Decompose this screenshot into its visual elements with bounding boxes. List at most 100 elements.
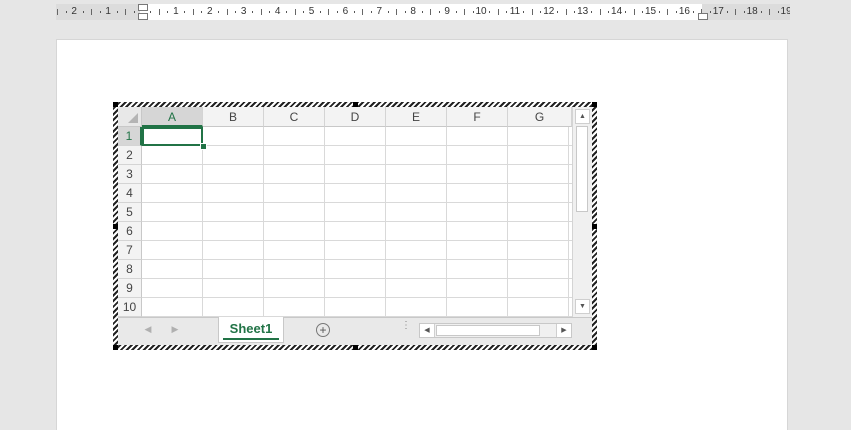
- vertical-scroll-thumb[interactable]: [576, 126, 588, 212]
- column-header-e[interactable]: E: [386, 107, 447, 127]
- ruler-tick: [531, 9, 533, 15]
- scroll-right-icon[interactable]: ▶: [556, 324, 571, 337]
- ruler-tick: [125, 9, 127, 15]
- ruler-tick: [286, 11, 288, 13]
- cell-grid[interactable]: [142, 127, 572, 317]
- next-sheet-icon[interactable]: ▶: [169, 324, 181, 335]
- ruler-number: 18: [746, 6, 758, 17]
- horizontal-ruler[interactable]: 2 1 1 2 3 4 5 6 7 8 9 10 11 12 13 14 15 16 17 18 19: [56, 4, 790, 20]
- ruler-tick: [777, 11, 779, 13]
- resize-handle-bottom[interactable]: [353, 345, 358, 350]
- ruler-tick: [167, 11, 169, 13]
- ruler-number: 1: [173, 6, 179, 17]
- ruler-tick: [336, 11, 338, 13]
- ruler-tick: [404, 11, 406, 13]
- row-header-7[interactable]: 7: [118, 241, 142, 260]
- ruler-tick: [438, 11, 440, 13]
- ruler-number: 8: [410, 6, 416, 17]
- ruler-tick: [489, 11, 491, 13]
- scroll-up-icon[interactable]: ▲: [575, 109, 590, 124]
- column-header-b[interactable]: B: [203, 107, 264, 127]
- horizontal-scroll-thumb[interactable]: [436, 325, 540, 336]
- ruler-tick: [319, 11, 321, 13]
- prev-sheet-icon[interactable]: ◀: [142, 324, 154, 335]
- resize-handle-bottom-left[interactable]: [113, 345, 118, 350]
- ruler-tick: [235, 11, 237, 13]
- ruler-number: 3: [240, 6, 247, 17]
- ruler-tick: [421, 11, 423, 13]
- ruler-number: 13: [577, 6, 589, 17]
- ruler-tick: [192, 9, 194, 15]
- ruler-tick: [523, 11, 525, 13]
- row-header-4[interactable]: 4: [118, 184, 142, 203]
- row-header-9[interactable]: 9: [118, 279, 142, 298]
- ruler-tick: [218, 11, 220, 13]
- ruler-tick: [769, 9, 771, 15]
- column-header-d[interactable]: D: [325, 107, 386, 127]
- column-header-a[interactable]: A: [142, 107, 203, 127]
- active-cell-a1[interactable]: [142, 127, 203, 146]
- row-header-8[interactable]: 8: [118, 260, 142, 279]
- scroll-down-icon[interactable]: ▼: [575, 299, 590, 314]
- right-indent-marker[interactable]: [698, 13, 708, 20]
- ruler-tick: [760, 11, 762, 13]
- column-header-c[interactable]: C: [264, 107, 325, 127]
- ruler-tick: [353, 11, 355, 13]
- vertical-scrollbar[interactable]: ▲ ▼: [572, 107, 592, 317]
- ruler-tick: [430, 9, 432, 15]
- ruler-tick: [260, 9, 262, 15]
- horizontal-scrollbar[interactable]: ◀ ▶: [419, 323, 572, 338]
- ruler-tick: [735, 9, 737, 15]
- row-header-1[interactable]: 1: [118, 127, 142, 146]
- left-indent-marker[interactable]: [138, 13, 148, 20]
- embedded-spreadsheet-object[interactable]: A B C D E F G 1 2 3 4 5 6 7 8 9 10 ▲ ▼ ◀…: [113, 102, 597, 350]
- sheet-tab-label: Sheet1: [229, 321, 273, 336]
- ruler-number: 9: [444, 6, 450, 17]
- ruler-tick: [667, 9, 669, 15]
- column-headers: A B C D E F G: [142, 107, 572, 127]
- resize-handle-right[interactable]: [592, 224, 597, 229]
- ruler-number: 11: [509, 6, 521, 17]
- ruler-tick: [565, 9, 567, 15]
- ruler-number: 15: [644, 6, 657, 17]
- resize-handle-top-right[interactable]: [592, 102, 597, 107]
- first-line-indent-marker[interactable]: [138, 4, 148, 11]
- ruler-number: 12: [543, 6, 555, 17]
- ruler-tick: [116, 11, 118, 13]
- ruler-tick: [540, 11, 542, 13]
- ruler-number: 17: [712, 6, 724, 17]
- ruler-tick: [633, 9, 635, 15]
- ruler-tick: [91, 9, 93, 15]
- ruler-tick: [294, 9, 296, 15]
- column-header-g[interactable]: G: [508, 107, 572, 127]
- ruler-number: 16: [678, 6, 690, 17]
- ruler-tick: [362, 9, 364, 15]
- ruler-tick: [642, 11, 644, 13]
- ruler-tick: [150, 11, 152, 13]
- ruler-tick: [387, 11, 389, 13]
- scroll-left-icon[interactable]: ◀: [420, 324, 435, 337]
- row-header-2[interactable]: 2: [118, 146, 142, 165]
- ruler-tick: [252, 11, 254, 13]
- ruler-tick: [709, 11, 711, 13]
- ruler-number: 2: [71, 6, 77, 17]
- sheet-tab-bar: ◀ ▶ Sheet1 + ⋮ ◀ ▶: [118, 317, 592, 345]
- column-header-f[interactable]: F: [447, 107, 508, 127]
- ruler-tick: [692, 11, 694, 13]
- row-header-6[interactable]: 6: [118, 222, 142, 241]
- row-header-3[interactable]: 3: [118, 165, 142, 184]
- ruler-number: 5: [308, 6, 315, 17]
- ruler-tick: [743, 11, 745, 13]
- fill-handle[interactable]: [200, 143, 207, 150]
- add-sheet-icon[interactable]: +: [316, 323, 330, 337]
- sheet-tab-underline: [223, 338, 279, 340]
- tab-split-handle-icon[interactable]: ⋮: [401, 321, 411, 331]
- select-all-button[interactable]: [118, 107, 142, 127]
- resize-handle-bottom-right[interactable]: [592, 345, 597, 350]
- ruler-tick: [557, 11, 559, 13]
- ruler-number: 1: [105, 6, 111, 17]
- row-header-5[interactable]: 5: [118, 203, 142, 222]
- row-header-10[interactable]: 10: [118, 298, 142, 317]
- sheet-tab-sheet1[interactable]: Sheet1: [218, 317, 284, 343]
- ruler-tick: [133, 11, 135, 13]
